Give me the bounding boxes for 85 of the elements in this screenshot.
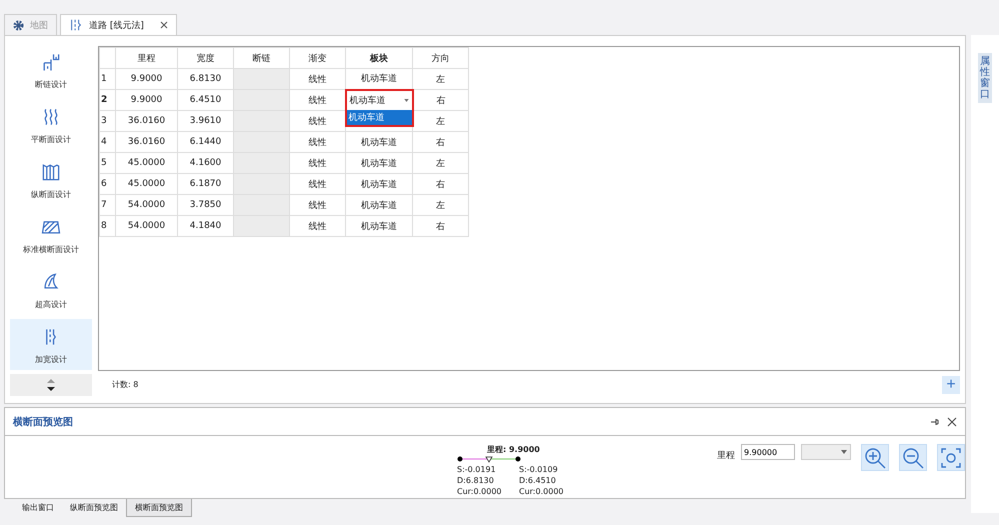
row-number: 8 xyxy=(100,216,116,236)
table-cell: 线性 xyxy=(290,152,346,174)
caret-icon xyxy=(841,450,847,454)
sidebar-item[interactable]: 加宽设计 xyxy=(10,319,92,370)
column-header[interactable]: 渐变 xyxy=(290,48,346,68)
zoom-in-button[interactable] xyxy=(861,444,889,471)
table-cell: 线性 xyxy=(290,194,346,216)
table-cell: 左 xyxy=(412,68,468,90)
row-number: 1 xyxy=(100,68,116,90)
table-cell: 线性 xyxy=(290,68,346,90)
panel-tab[interactable]: 输出窗口 xyxy=(14,499,62,517)
road-icon xyxy=(69,17,83,33)
table-cell xyxy=(234,132,290,152)
table-cell: 36.0160 xyxy=(116,110,178,132)
row-number: 7 xyxy=(100,194,116,216)
panel-title: 横断面预览图 xyxy=(13,416,74,428)
panel-tab[interactable]: 横断面预览图 xyxy=(126,499,192,517)
table-cell: 右 xyxy=(412,90,468,110)
table-cell xyxy=(234,152,290,174)
table-cell xyxy=(234,110,290,132)
table-cell xyxy=(234,216,290,236)
table-cell xyxy=(234,174,290,194)
table-cell: 36.0160 xyxy=(116,132,178,152)
table-cell: 线性 xyxy=(290,216,346,236)
column-header[interactable]: 宽度 xyxy=(178,48,234,68)
pin-icon[interactable] xyxy=(930,416,940,426)
section-value: Cur:0.0000 xyxy=(457,486,502,497)
row-number: 3 xyxy=(100,110,116,132)
sidebar-item[interactable]: 平断面设计 xyxy=(10,99,92,150)
gear-icon xyxy=(13,20,24,30)
add-button[interactable]: + xyxy=(942,376,960,394)
dropdown-option[interactable]: 机动车道 xyxy=(346,110,412,124)
section-value: S:-0.0109 xyxy=(519,464,559,475)
section-value: D:6.4510 xyxy=(519,475,557,486)
table-cell: 机动车道 xyxy=(346,132,412,152)
cross-section-drawing xyxy=(457,454,521,464)
table-cell: 右 xyxy=(412,216,468,236)
column-header[interactable]: 里程 xyxy=(116,48,178,68)
side-panel-tab[interactable]: 属性窗口 xyxy=(978,53,992,103)
sidebar-item[interactable]: 标准横断面设计 xyxy=(10,209,92,260)
row-number: 6 xyxy=(100,174,116,194)
close-icon[interactable] xyxy=(947,416,957,426)
table-cell: 线性 xyxy=(290,174,346,194)
table-cell: 9.9000 xyxy=(116,68,178,90)
section-value: Cur:0.0000 xyxy=(519,486,564,497)
section-value: S:-0.0191 xyxy=(457,464,497,475)
table-cell xyxy=(234,68,290,90)
table-cell: 右 xyxy=(412,132,468,152)
mileage-field[interactable]: 9.90000 xyxy=(741,444,795,460)
table-cell: 机动车道 xyxy=(346,216,412,236)
section-value: D:6.8130 xyxy=(457,475,495,486)
column-header[interactable]: 方向 xyxy=(412,48,468,68)
block-dropdown[interactable]: 机动车道 xyxy=(346,92,412,108)
table-cell: 左 xyxy=(412,194,468,216)
caret-icon xyxy=(404,98,408,102)
mileage-label: 里程: 9.9000 xyxy=(487,444,541,455)
dropdown-field[interactable] xyxy=(801,444,851,460)
table-cell: 45.0000 xyxy=(116,174,178,194)
table-cell: 9.9000 xyxy=(116,90,178,110)
row-number: 5 xyxy=(100,152,116,174)
table-cell: 机动车道 xyxy=(346,194,412,216)
document-tab[interactable]: 道路 [线元法] xyxy=(60,14,177,35)
sidebar-item[interactable]: 纵断面设计 xyxy=(10,154,92,205)
table-cell: 45.0000 xyxy=(116,152,178,174)
zoom-out-button[interactable] xyxy=(899,444,927,471)
row-number: 4 xyxy=(100,132,116,152)
table-cell: 左 xyxy=(412,110,468,132)
table-cell: 线性 xyxy=(290,132,346,152)
table-cell: 机动车道 xyxy=(346,152,412,174)
table-cell xyxy=(234,194,290,216)
row-count: 计数: 8 xyxy=(112,379,138,390)
table-cell xyxy=(234,90,290,110)
panel-tab[interactable]: 纵断面预览图 xyxy=(62,499,126,517)
column-header[interactable]: 板块 xyxy=(346,48,412,68)
row-number: 2 xyxy=(100,90,116,110)
sidebar-item[interactable]: 断链设计 xyxy=(10,44,92,95)
table-cell: 54.0000 xyxy=(116,216,178,236)
field-label: 里程 xyxy=(717,450,735,462)
table-cell: 右 xyxy=(412,174,468,194)
fit-view-button[interactable] xyxy=(937,444,965,471)
sidebar-item[interactable]: 超高设计 xyxy=(10,264,92,315)
table-cell: 54.0000 xyxy=(116,194,178,216)
close-icon[interactable] xyxy=(160,21,168,29)
table-cell: 机动车道 xyxy=(346,174,412,194)
table-cell: 左 xyxy=(412,152,468,174)
